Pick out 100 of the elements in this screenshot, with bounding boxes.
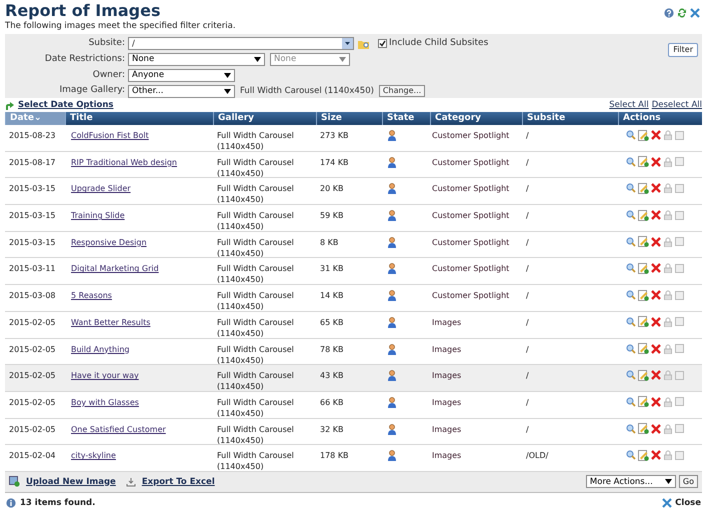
- date-restrictions-select[interactable]: None: [128, 53, 265, 66]
- row-checkbox[interactable]: [675, 370, 684, 380]
- row-checkbox[interactable]: [675, 237, 684, 246]
- folder-search-icon[interactable]: [358, 38, 370, 49]
- more-actions-select[interactable]: More Actions...: [586, 475, 676, 488]
- lock-icon: [663, 424, 673, 434]
- search-icon[interactable]: [626, 236, 636, 247]
- person-icon: [387, 344, 397, 354]
- delete-icon[interactable]: [651, 396, 661, 407]
- gallery-cell-text: Full Width Carousel (1140x450): [216, 316, 295, 339]
- delete-icon[interactable]: [651, 344, 661, 354]
- row-checkbox[interactable]: [675, 317, 684, 326]
- gallery-cell-text: Full Width Carousel (1140x450): [216, 130, 295, 152]
- title-link[interactable]: Responsive Design: [71, 238, 147, 247]
- title-link[interactable]: ColdFusion Fist Bolt: [71, 131, 149, 140]
- include-child-checkbox[interactable]: [378, 39, 387, 48]
- search-icon[interactable]: [626, 370, 636, 380]
- delete-icon[interactable]: [651, 130, 661, 140]
- row-checkbox[interactable]: [675, 157, 684, 166]
- title-link[interactable]: Have it your way: [71, 371, 139, 380]
- subsite-cell-text: /: [525, 130, 530, 142]
- search-icon[interactable]: [626, 424, 636, 434]
- delete-icon[interactable]: [651, 370, 661, 380]
- search-icon[interactable]: [626, 290, 636, 300]
- edit-icon[interactable]: [638, 236, 649, 248]
- search-icon[interactable]: [626, 156, 636, 167]
- row-checkbox[interactable]: [675, 424, 684, 434]
- edit-icon[interactable]: [638, 156, 649, 168]
- title-link[interactable]: One Satisfied Customer: [71, 424, 166, 434]
- change-button[interactable]: Change...: [378, 85, 426, 98]
- delete-icon[interactable]: [651, 236, 661, 247]
- delete-icon[interactable]: [651, 263, 661, 274]
- edit-icon[interactable]: [638, 343, 649, 354]
- search-icon[interactable]: [626, 210, 636, 220]
- gallery-cell-text: Full Width Carousel (1140x450): [216, 183, 295, 206]
- edit-icon[interactable]: [638, 290, 649, 301]
- search-icon[interactable]: [626, 316, 636, 327]
- edit-icon[interactable]: [638, 316, 649, 328]
- size-cell-text: 32 KB: [319, 424, 344, 436]
- image-gallery-select[interactable]: Other...: [128, 84, 235, 98]
- help-icon[interactable]: [664, 8, 674, 18]
- title-link[interactable]: Boy with Glasses: [71, 398, 139, 407]
- date-cell-text: 2015-03-15: [8, 236, 56, 249]
- deselect-all-link[interactable]: Deselect All: [652, 98, 702, 112]
- row-checkbox[interactable]: [675, 264, 684, 273]
- delete-icon[interactable]: [651, 210, 661, 220]
- title-link[interactable]: city-skyline: [71, 451, 116, 460]
- delete-icon[interactable]: [651, 290, 661, 300]
- owner-select[interactable]: Anyone: [128, 68, 235, 82]
- edit-icon[interactable]: [638, 262, 649, 274]
- edit-icon[interactable]: [638, 182, 649, 194]
- edit-icon[interactable]: [638, 423, 649, 434]
- person-icon: [387, 236, 397, 248]
- close-icon[interactable]: [690, 8, 700, 18]
- edit-icon[interactable]: [638, 370, 649, 381]
- search-icon[interactable]: [626, 450, 636, 460]
- delete-icon[interactable]: [651, 156, 661, 167]
- search-icon[interactable]: [626, 344, 636, 354]
- row-checkbox[interactable]: [675, 344, 684, 353]
- edit-icon[interactable]: [638, 210, 649, 221]
- row-checkbox[interactable]: [675, 210, 684, 220]
- title-link[interactable]: Digital Marketing Grid: [71, 264, 159, 274]
- title-link[interactable]: Training Slide: [71, 211, 125, 220]
- search-icon[interactable]: [626, 130, 636, 140]
- category-cell-text: Customer Spotlight: [431, 130, 510, 142]
- row-checkbox[interactable]: [675, 450, 684, 460]
- row-checkbox[interactable]: [675, 397, 684, 406]
- select-all-link[interactable]: Select All: [609, 98, 649, 112]
- person-icon: [387, 290, 397, 302]
- edit-icon[interactable]: [638, 396, 649, 408]
- title-link[interactable]: Build Anything: [71, 344, 130, 354]
- title-link[interactable]: Want Better Results: [71, 318, 150, 327]
- edit-icon[interactable]: [638, 450, 649, 461]
- delete-icon[interactable]: [651, 183, 661, 194]
- export-link[interactable]: Export To Excel: [142, 476, 215, 488]
- go-button[interactable]: Go: [678, 475, 698, 488]
- row-checkbox[interactable]: [675, 184, 684, 193]
- upload-link[interactable]: Upload New Image: [26, 476, 116, 488]
- refresh-icon[interactable]: [677, 8, 687, 18]
- date-cell-text: 2015-03-08: [8, 290, 56, 302]
- search-icon[interactable]: [626, 263, 636, 274]
- title-link[interactable]: Upgrade Slider: [71, 184, 131, 194]
- edit-icon[interactable]: [638, 130, 649, 140]
- select-date-options-link[interactable]: Select Date Options: [18, 98, 114, 112]
- delete-icon[interactable]: [651, 424, 661, 434]
- delete-icon[interactable]: [651, 450, 661, 460]
- title-link[interactable]: 5 Reasons: [71, 291, 112, 300]
- delete-icon[interactable]: [651, 316, 661, 327]
- row-checkbox[interactable]: [675, 290, 684, 300]
- search-icon[interactable]: [626, 396, 636, 407]
- title-link[interactable]: RIP Traditional Web design: [71, 158, 178, 167]
- date-cell-text: 2015-03-11: [8, 263, 56, 276]
- subsite-cell-text: /: [525, 183, 530, 196]
- close-button[interactable]: Close: [662, 496, 701, 510]
- search-icon[interactable]: [626, 183, 636, 194]
- download-icon: [126, 476, 136, 487]
- row-checkbox[interactable]: [675, 130, 684, 140]
- date-secondary-select[interactable]: None: [270, 53, 350, 66]
- filter-button[interactable]: Filter: [668, 43, 698, 57]
- subsite-field[interactable]: /: [128, 37, 354, 50]
